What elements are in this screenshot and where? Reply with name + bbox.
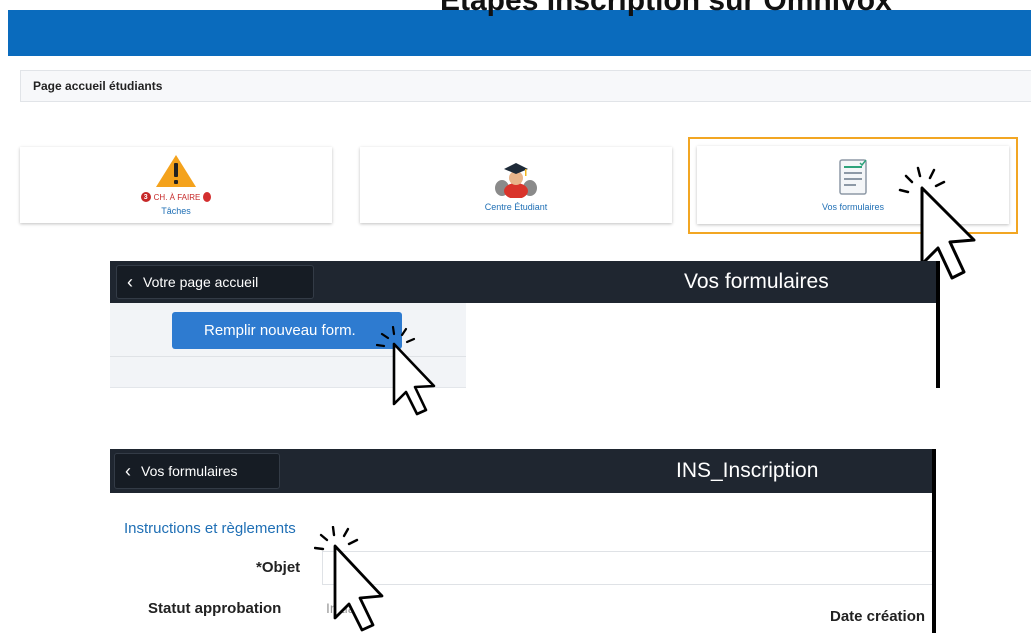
back-button-label: Vos formulaires	[141, 463, 238, 479]
tile-tasks[interactable]: 3 CH. À FAIRE Tâches	[20, 147, 332, 223]
statut-approbation-label: Statut approbation	[148, 600, 282, 617]
chevron-left-icon: ‹	[125, 461, 131, 481]
form-row-divider	[322, 584, 932, 585]
divider-line	[932, 449, 936, 633]
graduate-icon	[495, 163, 537, 198]
click-cursor-icon	[376, 326, 436, 416]
top-banner: Étapes Inscription sur Omnivox	[0, 0, 1031, 56]
tile-centre-etudiant[interactable]: Centre Étudiant	[360, 147, 672, 223]
page-title: INS_Inscription	[676, 459, 819, 482]
page-title: Vos formulaires	[684, 270, 829, 293]
tile-centre-label: Centre Étudiant	[484, 202, 548, 212]
top-nav-bar-vos-formulaires: ‹ Votre page accueil Vos formulaires	[110, 261, 936, 303]
click-cursor-icon	[314, 526, 384, 632]
todo-label: CH. À FAIRE	[153, 192, 201, 202]
banner-title: Étapes Inscription sur Omnivox	[440, 0, 892, 17]
todo-alert-dot	[203, 192, 212, 202]
divider-line	[936, 261, 940, 388]
todo-count-badge: 3	[140, 192, 151, 202]
tile-tasks-label: Tâches	[161, 206, 191, 216]
new-form-button[interactable]: Remplir nouveau form.	[172, 312, 402, 349]
instructions-link[interactable]: Instructions et règlements	[124, 520, 296, 537]
form-document-icon	[839, 159, 867, 195]
objet-label: *Objet	[256, 559, 301, 576]
objet-input[interactable]	[322, 552, 932, 584]
tile-forms-label: Vos formulaires	[821, 202, 885, 212]
todo-indicator: 3 CH. À FAIRE	[140, 192, 212, 202]
back-button-label: Votre page accueil	[143, 274, 259, 290]
date-creation-label: Date création	[830, 608, 926, 625]
back-button-votre-page-accueil[interactable]: ‹ Votre page accueil	[116, 265, 314, 299]
top-nav-bar-ins-inscription: ‹ Vos formulaires INS_Inscription	[110, 449, 932, 493]
breadcrumb: Page accueil étudiants	[20, 70, 1031, 102]
warning-icon	[156, 155, 196, 187]
chevron-left-icon: ‹	[127, 272, 133, 292]
back-button-vos-formulaires[interactable]: ‹ Vos formulaires	[114, 453, 280, 489]
